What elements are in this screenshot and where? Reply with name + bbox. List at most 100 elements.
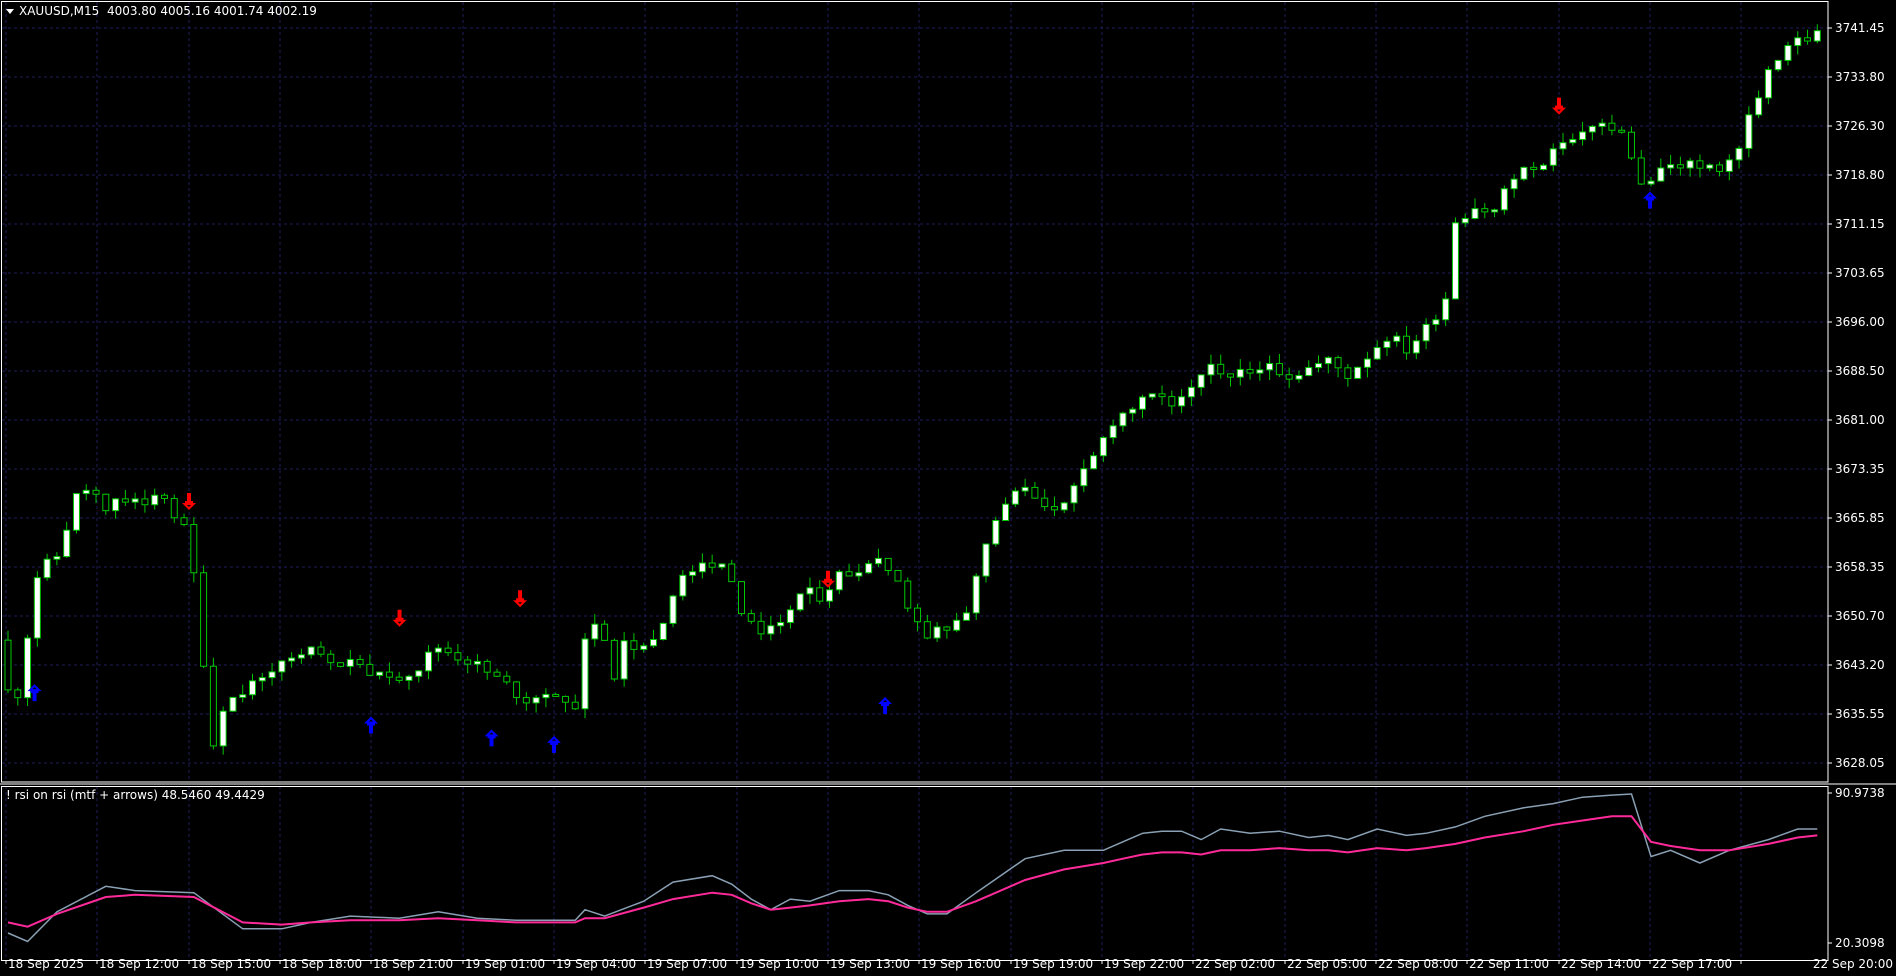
symbol-timeframe: XAUUSD,M15: [19, 4, 100, 18]
candle-body: [845, 571, 853, 577]
candle-body: [1158, 393, 1166, 398]
collapse-triangle-icon[interactable]: [6, 9, 14, 14]
candle-body: [1178, 396, 1186, 407]
candle-body: [425, 651, 433, 672]
indicator-axis: 90.9738 20.3098: [1828, 786, 1885, 950]
candle-body: [219, 710, 227, 747]
candle-body: [1461, 217, 1469, 224]
candle-body: [972, 575, 980, 614]
buy-signal: [364, 716, 378, 734]
candle-body: [385, 671, 393, 678]
price-label: 3681.00: [1835, 413, 1885, 427]
time-label: 19 Sep 01:00: [465, 957, 545, 971]
time-label: 18 Sep 21:00: [373, 957, 453, 971]
candle-body: [239, 694, 247, 698]
chart-canvas[interactable]: 3741.45 3733.80 3726.30 3718.80 3711.15 3703.…: [0, 0, 1896, 976]
time-label: 22 Sep 20:00: [1813, 957, 1893, 971]
candle-body: [121, 498, 129, 503]
candle-body: [1667, 164, 1675, 169]
candle-body: [1442, 298, 1450, 321]
candle-body: [1373, 347, 1381, 360]
candle-body: [1080, 468, 1088, 487]
candle-body: [1031, 486, 1039, 499]
candle-body: [640, 645, 648, 650]
candle-body: [1745, 114, 1753, 149]
candle-body: [1608, 122, 1616, 131]
candle-body: [1050, 506, 1058, 511]
candle-body: [728, 563, 736, 583]
candle-body: [444, 647, 452, 654]
candle-body: [1588, 125, 1596, 133]
candle-body: [933, 626, 941, 639]
indicator-values: 48.5460 49.4429: [161, 788, 265, 802]
candle-body: [1500, 188, 1508, 211]
candle-body: [1725, 159, 1733, 172]
candle-body: [1266, 363, 1274, 371]
candle-body: [317, 646, 325, 655]
candle-body: [962, 612, 970, 621]
candle-body: [1676, 164, 1684, 169]
candle-body: [620, 640, 628, 680]
candle-body: [1618, 129, 1626, 133]
candle-body: [1129, 408, 1137, 414]
buy-arrow-icon: [878, 697, 893, 715]
price-label: 3733.80: [1835, 70, 1885, 84]
candle-body: [1491, 209, 1499, 213]
candle-body: [131, 498, 139, 503]
candle-body: [1716, 164, 1723, 172]
candle-body: [356, 658, 364, 665]
candle-body: [689, 571, 697, 576]
candle-body: [1070, 485, 1078, 504]
time-label: 22 Sep 11:00: [1469, 957, 1549, 971]
buy-arrow-icon: [484, 729, 499, 747]
chart-window[interactable]: 3741.45 3733.80 3726.30 3718.80 3711.15 3703.…: [0, 0, 1896, 976]
buy-arrow-icon: [364, 716, 378, 734]
indicator-name: ! rsi on rsi (mtf + arrows): [6, 788, 158, 802]
price-label: 3741.45: [1835, 21, 1885, 35]
candle-body: [288, 657, 296, 662]
candle-body: [1706, 164, 1714, 169]
price-label: 3703.65: [1835, 266, 1885, 280]
candle-body: [33, 577, 41, 639]
candle-body: [72, 493, 80, 531]
candle-body: [767, 625, 775, 635]
candle-body: [53, 556, 61, 560]
candle-body: [1187, 386, 1195, 398]
candle-body: [503, 675, 511, 683]
candle-body: [1285, 374, 1293, 380]
candle-body: [1784, 45, 1792, 61]
time-label: 18 Sep 12:00: [99, 957, 179, 971]
candle-body: [698, 562, 706, 573]
time-label: 19 Sep 07:00: [647, 957, 727, 971]
sell-signal: [182, 493, 196, 511]
candle-body: [513, 681, 521, 699]
candle-body: [816, 587, 824, 602]
sell-signal: [392, 609, 407, 627]
candle-body: [610, 639, 618, 680]
candle-body: [1119, 412, 1127, 427]
candle-body: [1334, 357, 1342, 369]
price-label: 3711.15: [1835, 217, 1885, 231]
time-label: 18 Sep 15:00: [191, 957, 271, 971]
candle-body: [1696, 160, 1704, 169]
buy-signal: [484, 729, 499, 747]
time-label: 19 Sep 10:00: [739, 957, 819, 971]
candle-body: [366, 663, 374, 676]
candle-body: [1148, 393, 1156, 398]
candle-body: [1363, 358, 1371, 368]
candle-body: [1324, 357, 1332, 365]
indicator-axis-label: 20.3098: [1835, 936, 1885, 950]
candle-body: [1011, 490, 1019, 505]
candle-body: [914, 607, 922, 623]
time-label: 22 Sep 17:00: [1652, 957, 1732, 971]
price-label: 3658.35: [1835, 560, 1885, 574]
candle-body: [738, 581, 745, 615]
signal-arrows: [27, 97, 1657, 753]
sell-signal: [513, 590, 528, 608]
candle-body: [982, 543, 990, 577]
sell-signal: [821, 570, 835, 588]
price-label: 3643.20: [1835, 658, 1885, 672]
candle-body: [1315, 363, 1323, 369]
candle-body: [1227, 373, 1234, 378]
time-label: 18 Sep 18:00: [282, 957, 362, 971]
